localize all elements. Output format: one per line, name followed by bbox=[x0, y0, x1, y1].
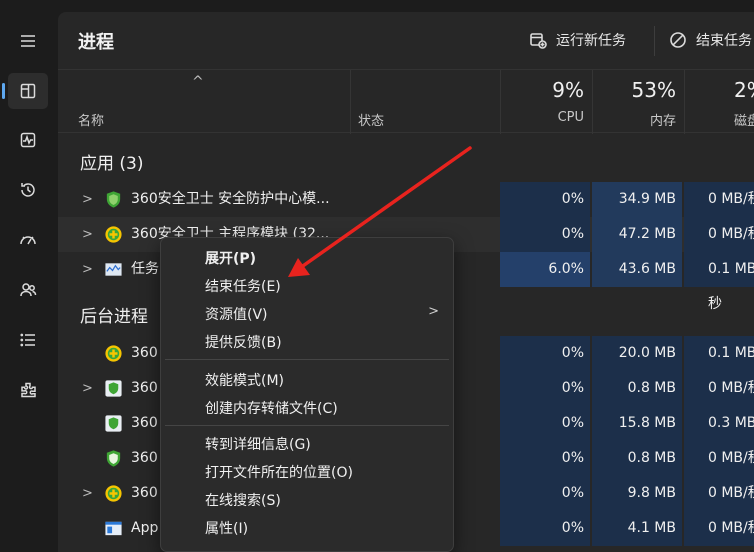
background-section-title: 后台进程 bbox=[80, 307, 148, 327]
menu-item-end-task[interactable]: 结束任务(E) bbox=[205, 276, 281, 296]
column-cpu[interactable]: CPU bbox=[500, 110, 584, 125]
end-task-label: 结束任务 bbox=[696, 33, 752, 49]
block-icon bbox=[670, 32, 686, 48]
360-shield-app-icon bbox=[105, 415, 122, 432]
menu-item-expand[interactable]: 展开(P) bbox=[205, 248, 256, 268]
disk-value: 0 MB/秒 bbox=[684, 182, 754, 217]
menu-item-efficiency-mode[interactable]: 效能模式(M) bbox=[205, 370, 284, 390]
cpu-value: 0% bbox=[500, 511, 590, 546]
services-icon[interactable] bbox=[8, 372, 48, 408]
end-task-button[interactable]: 结束任务 bbox=[668, 30, 752, 50]
cpu-value: 6.0% bbox=[500, 252, 590, 287]
menu-item-search-online[interactable]: 在线搜索(S) bbox=[205, 490, 281, 510]
process-name: 360 bbox=[131, 345, 158, 361]
cpu-value: 0% bbox=[500, 441, 590, 476]
memory-value: 15.8 MB bbox=[592, 406, 682, 441]
disk-value: 0.1 MB/秒 bbox=[684, 336, 754, 396]
disk-value: 0.3 MB/秒 bbox=[684, 406, 754, 466]
app-history-icon[interactable] bbox=[8, 172, 48, 208]
disk-value: 0 MB/秒 bbox=[684, 441, 754, 476]
memory-value: 43.6 MB bbox=[592, 252, 682, 287]
menu-item-resource-values[interactable]: 资源值(V) bbox=[205, 304, 268, 324]
360-plus-icon bbox=[105, 226, 122, 243]
memory-value: 4.1 MB bbox=[592, 511, 682, 546]
chevron-right-icon[interactable]: > bbox=[82, 476, 93, 511]
run-new-task-label: 运行新任务 bbox=[556, 33, 626, 49]
toolbar-divider bbox=[654, 26, 655, 56]
menu-separator bbox=[165, 359, 449, 360]
chevron-right-icon[interactable]: > bbox=[82, 182, 93, 217]
memory-value: 20.0 MB bbox=[592, 336, 682, 371]
column-name[interactable]: 名称 bbox=[78, 110, 104, 129]
menu-item-open-file-location[interactable]: 打开文件所在的位置(O) bbox=[205, 462, 353, 482]
disk-value: 0.1 MB/秒 bbox=[684, 252, 754, 312]
cpu-value: 0% bbox=[500, 476, 590, 511]
new-task-icon bbox=[530, 33, 547, 49]
startup-icon[interactable] bbox=[8, 222, 48, 258]
memory-value: 34.9 MB bbox=[592, 182, 682, 217]
users-icon[interactable] bbox=[8, 272, 48, 308]
process-name: 360 bbox=[131, 380, 158, 396]
page-title: 进程 bbox=[78, 32, 114, 53]
360-shield-app-icon bbox=[105, 380, 122, 397]
360-shield-icon bbox=[106, 450, 121, 467]
context-menu: 展开(P) 结束任务(E) 资源值(V) > 提供反馈(B) 效能模式(M) 创… bbox=[160, 237, 454, 552]
disk-value: 0 MB/秒 bbox=[684, 476, 754, 511]
application-window-icon bbox=[105, 521, 122, 536]
process-name: 任务 bbox=[131, 261, 159, 277]
memory-total: 53% bbox=[631, 78, 676, 102]
process-name: 360 bbox=[131, 450, 158, 466]
run-new-task-button[interactable]: 运行新任务 bbox=[528, 30, 626, 50]
process-name: 360 bbox=[131, 485, 158, 501]
chevron-right-icon[interactable]: > bbox=[82, 371, 93, 406]
360-shield-icon bbox=[106, 191, 121, 208]
cpu-value: 0% bbox=[500, 217, 590, 252]
cpu-value: 0% bbox=[500, 406, 590, 441]
chevron-right-icon: > bbox=[428, 304, 439, 319]
memory-value: 0.8 MB bbox=[592, 371, 682, 406]
column-divider[interactable] bbox=[350, 70, 351, 134]
performance-icon[interactable] bbox=[8, 122, 48, 158]
menu-item-create-dump[interactable]: 创建内存转储文件(C) bbox=[205, 398, 338, 418]
column-divider[interactable] bbox=[684, 70, 685, 134]
column-disk[interactable]: 磁盘 bbox=[734, 110, 754, 129]
cpu-value: 0% bbox=[500, 371, 590, 406]
nav-rail bbox=[0, 0, 56, 552]
hamburger-icon[interactable] bbox=[8, 23, 48, 59]
chevron-right-icon[interactable]: > bbox=[82, 217, 93, 252]
disk-total: 2% bbox=[734, 78, 754, 102]
memory-value: 0.8 MB bbox=[592, 441, 682, 476]
360-plus-icon bbox=[105, 345, 122, 362]
menu-separator bbox=[165, 425, 449, 426]
360-plus-icon bbox=[105, 485, 122, 502]
column-header: ^ 名称 状态 9% CPU 53% 内存 2% 磁盘 bbox=[58, 69, 754, 134]
menu-item-properties[interactable]: 属性(I) bbox=[205, 518, 248, 538]
menu-item-go-to-details[interactable]: 转到详细信息(G) bbox=[205, 434, 311, 454]
disk-value: 0 MB/秒 bbox=[684, 511, 754, 546]
column-status[interactable]: 状态 bbox=[358, 110, 384, 129]
apps-section-title: 应用 (3) bbox=[80, 154, 144, 174]
process-name: App bbox=[131, 520, 159, 536]
task-manager-icon bbox=[105, 263, 122, 276]
memory-value: 9.8 MB bbox=[592, 476, 682, 511]
memory-value: 47.2 MB bbox=[592, 217, 682, 252]
sort-indicator[interactable]: ^ bbox=[192, 74, 204, 90]
menu-item-feedback[interactable]: 提供反馈(B) bbox=[205, 332, 282, 352]
disk-value: 0 MB/秒 bbox=[684, 371, 754, 406]
column-memory[interactable]: 内存 bbox=[592, 110, 676, 129]
cpu-value: 0% bbox=[500, 182, 590, 217]
cpu-value: 0% bbox=[500, 336, 590, 371]
cpu-total: 9% bbox=[552, 78, 584, 102]
process-name: 360安全卫士 安全防护中心模... bbox=[131, 191, 330, 207]
processes-icon[interactable] bbox=[2, 73, 48, 109]
process-name: 360 bbox=[131, 415, 158, 431]
details-icon[interactable] bbox=[8, 322, 48, 358]
disk-value: 0 MB/秒 bbox=[684, 217, 754, 252]
table-row[interactable]: > 360安全卫士 安全防护中心模... 0% 34.9 MB 0 MB/秒 bbox=[58, 182, 754, 217]
chevron-right-icon[interactable]: > bbox=[82, 252, 93, 287]
